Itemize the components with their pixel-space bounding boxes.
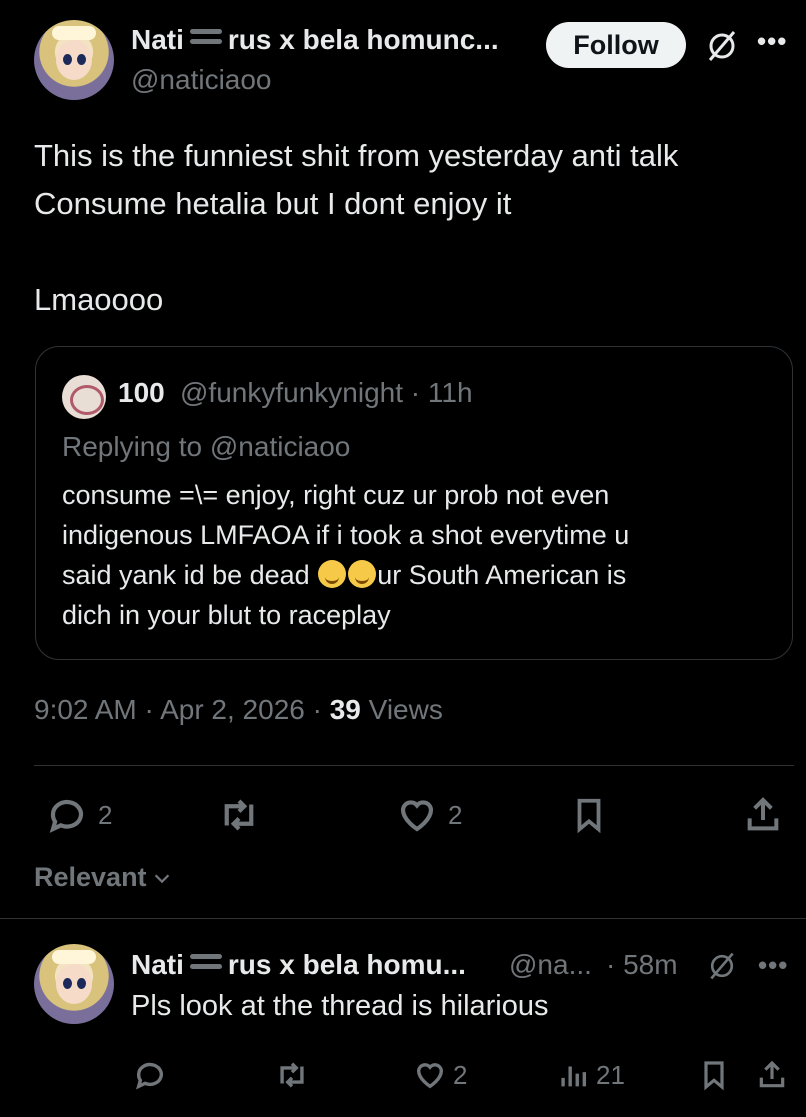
reply-author-name[interactable]: Nati rus x bela homu... [131,949,466,981]
quoted-author-name: 100 [118,377,165,408]
views-icon [561,1066,587,1087]
views-count: 39 [329,694,361,725]
reply-handle[interactable]: @na... [509,949,592,981]
sort-dropdown[interactable]: Relevant [34,862,173,893]
follow-button[interactable]: Follow [546,22,686,68]
reply-share-button[interactable] [756,1058,788,1092]
quoted-handle-time: @funkyfunkynight · 11h [180,377,473,408]
divider [0,918,806,919]
drooling-emoji [318,560,347,588]
quoted-avatar[interactable] [62,375,106,419]
quoted-post[interactable]: 100 @funkyfunkynight · 11h Replying to @… [35,346,793,660]
like-button[interactable]: 2 [396,794,462,836]
author-avatar[interactable] [34,20,114,100]
share-button[interactable] [743,794,783,836]
bookmark-icon [577,798,601,834]
post-text: This is the funniest shit from yesterday… [34,138,679,317]
heart-icon [416,1063,444,1089]
share-icon [759,1060,785,1088]
divider [34,765,794,766]
repost-button[interactable] [216,794,262,836]
reply-icon [49,799,84,833]
post-meta: 9:02 AM · Apr 2, 2026 · 39 Views [34,694,443,725]
drooling-emoji [348,560,377,588]
heart-icon [400,800,434,832]
more-icon[interactable]: ••• [757,26,787,57]
reply-views-button[interactable]: 21 [556,1058,625,1092]
reply-time: · 58m [606,949,678,980]
share-icon [747,797,779,831]
bookmark-icon [704,1061,724,1091]
reply-text: Pls look at the thread is hilarious [131,990,549,1022]
author-handle[interactable]: @naticiaoo [131,64,272,96]
author-name[interactable]: Nati rus x bela homunc... [131,24,499,56]
reply-bookmark-button[interactable] [698,1058,730,1092]
reply-icon [136,1062,164,1090]
bookmark-button[interactable] [570,794,608,836]
replying-to: Replying to @naticiaoo [62,431,351,462]
reply-like-button[interactable]: 2 [413,1058,467,1092]
reply-repost-button[interactable] [273,1058,311,1092]
chevron-down-icon [154,873,169,883]
more-icon[interactable]: ••• [758,950,788,981]
repost-icon [224,799,254,831]
repost-icon [280,1062,304,1088]
reply-button[interactable]: 2 [46,794,112,836]
grok-icon[interactable] [704,28,740,69]
reply-avatar[interactable] [34,944,114,1024]
replying-handle[interactable]: @naticiaoo [210,431,351,462]
grok-icon[interactable] [706,950,738,987]
quoted-text: consume =\= enjoy, right cuz ur prob not… [62,480,630,630]
reply-reply-button[interactable] [133,1058,167,1092]
